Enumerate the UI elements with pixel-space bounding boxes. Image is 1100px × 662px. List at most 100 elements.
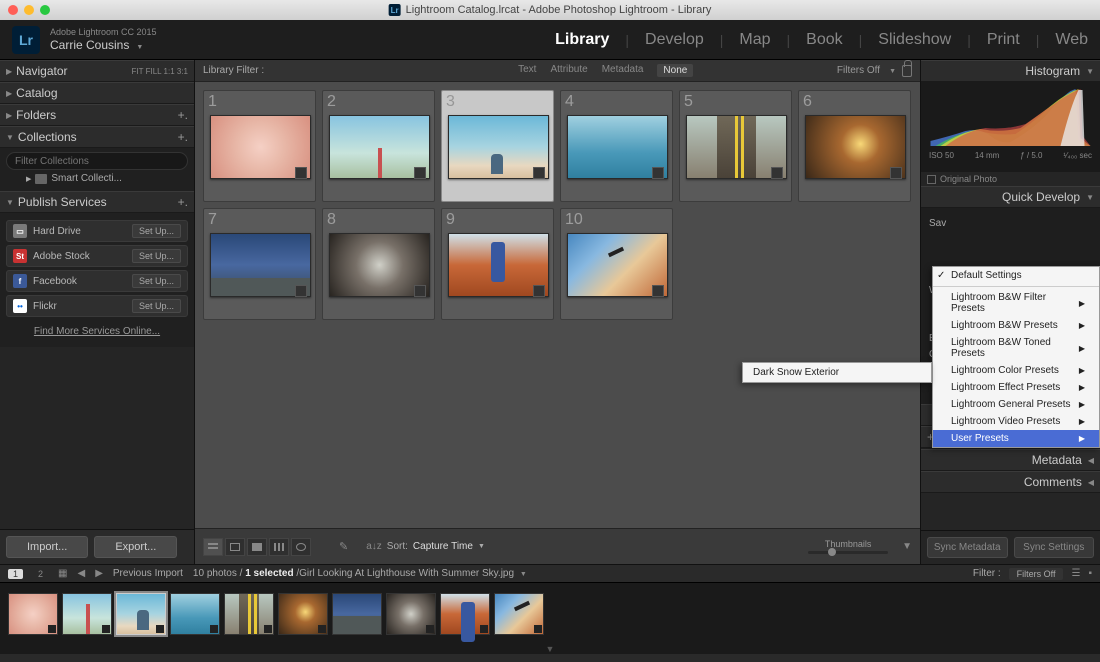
import-button[interactable]: Import... (6, 536, 88, 558)
grid-cell[interactable]: 4 (560, 90, 673, 202)
painter-tool-icon[interactable]: ✎ (339, 540, 348, 553)
minimize-window-icon[interactable] (24, 5, 34, 15)
filters-off-toggle[interactable]: Filters Off (837, 65, 880, 76)
filmstrip-thumbnail[interactable] (332, 593, 382, 635)
setup-button[interactable]: Set Up... (132, 224, 181, 238)
smart-collections-item[interactable]: ▶ Smart Collecti... (6, 170, 188, 187)
loupe-view-icon[interactable] (225, 538, 245, 556)
grid-cell-selected[interactable]: 3 (441, 90, 554, 202)
collections-search-input[interactable] (6, 152, 188, 170)
preset-group-item[interactable]: Lightroom Effect Presets▶ (933, 379, 1099, 396)
export-button[interactable]: Export... (94, 536, 177, 558)
grid-cell[interactable]: 2 (322, 90, 435, 202)
sync-metadata-button[interactable]: Sync Metadata (927, 537, 1008, 558)
filmstrip-thumbnail[interactable] (8, 593, 58, 635)
module-print[interactable]: Print (987, 31, 1020, 49)
filmstrip-thumbnail[interactable] (278, 593, 328, 635)
find-more-services-link[interactable]: Find More Services Online... (4, 320, 190, 343)
filter-lock-icon[interactable]: ▪ (1088, 568, 1092, 579)
thumbnail-size-control[interactable]: Thumbnails (808, 539, 888, 554)
preset-group-item[interactable]: Lightroom B&W Toned Presets▶ (933, 334, 1099, 362)
compare-view-icon[interactable] (247, 538, 267, 556)
thumbnail-badge-icon[interactable] (533, 285, 545, 297)
survey-view-icon[interactable] (269, 538, 289, 556)
toolbar-chevron-icon[interactable]: ▼ (902, 541, 912, 552)
thumbnail-badge-icon[interactable] (295, 167, 307, 179)
checkbox-icon[interactable] (927, 175, 936, 184)
grid-cell[interactable]: 6 (798, 90, 911, 202)
module-book[interactable]: Book (806, 31, 842, 49)
module-library[interactable]: Library (555, 31, 609, 49)
publish-facebook[interactable]: fFacebook Set Up... (6, 270, 188, 292)
panel-navigator[interactable]: ▶Navigator FIT FILL 1:1 3:1 (0, 60, 194, 82)
filter-menu-icon[interactable]: ☰ (1071, 568, 1080, 579)
chevron-down-icon[interactable] (886, 65, 896, 76)
filmstrip-thumbnail[interactable] (386, 593, 436, 635)
lock-icon[interactable] (902, 65, 912, 77)
original-photo-toggle[interactable]: Original Photo (921, 172, 1100, 186)
setup-button[interactable]: Set Up... (132, 299, 181, 313)
filmstrip-thumbnail[interactable] (224, 593, 274, 635)
panel-comments[interactable]: Comments◀ (921, 471, 1100, 493)
app-user[interactable]: Carrie Cousins (50, 38, 157, 52)
display-1-toggle[interactable]: 1 (8, 569, 23, 579)
grid-cell[interactable]: 9 (441, 208, 554, 320)
people-view-icon[interactable] (291, 538, 311, 556)
grid-cell[interactable]: 8 (322, 208, 435, 320)
grid-cell[interactable]: 7 (203, 208, 316, 320)
module-develop[interactable]: Develop (645, 31, 704, 49)
panel-folders[interactable]: ▶Folders +. (0, 104, 194, 126)
grid-jump-icon[interactable]: ▦ (58, 568, 67, 579)
preset-item-dark-snow-exterior[interactable]: Dark Snow Exterior (743, 365, 931, 380)
filter-text[interactable]: Text (518, 64, 536, 77)
panel-collections[interactable]: ▼Collections +. (0, 126, 194, 148)
thumbnail-grid[interactable]: 1 2 3 4 5 6 7 8 9 10 (195, 82, 920, 528)
thumbnail-size-slider[interactable] (808, 551, 888, 554)
metadata-mode-select[interactable]: Default (927, 452, 973, 467)
thumbnail-badge-icon[interactable] (414, 167, 426, 179)
add-publish-icon[interactable]: +. (178, 195, 188, 209)
prev-photo-icon[interactable]: ◀ (77, 568, 85, 579)
panel-histogram[interactable]: Histogram▼ (921, 60, 1100, 82)
publish-adobe-stock[interactable]: StAdobe Stock Set Up... (6, 245, 188, 267)
preset-dropdown-menu[interactable]: Default Settings Lightroom B&W Filter Pr… (932, 266, 1100, 448)
grid-cell[interactable]: 10 (560, 208, 673, 320)
panel-quick-develop[interactable]: Quick Develop▼ (921, 186, 1100, 208)
publish-hard-drive[interactable]: ▭Hard Drive Set Up... (6, 220, 188, 242)
next-photo-icon[interactable]: ▶ (95, 568, 103, 579)
filter-metadata[interactable]: Metadata (602, 64, 644, 77)
maximize-window-icon[interactable] (40, 5, 50, 15)
module-map[interactable]: Map (739, 31, 770, 49)
preset-submenu[interactable]: Dark Snow Exterior (742, 362, 932, 383)
sync-settings-button[interactable]: Sync Settings (1014, 537, 1095, 558)
preset-group-item[interactable]: Lightroom Color Presets▶ (933, 362, 1099, 379)
thumbnail-badge-icon[interactable] (533, 167, 545, 179)
filter-none[interactable]: None (657, 64, 693, 77)
thumbnail-badge-icon[interactable] (652, 285, 664, 297)
preset-group-item[interactable]: Lightroom Video Presets▶ (933, 413, 1099, 430)
close-window-icon[interactable] (8, 5, 18, 15)
add-folder-icon[interactable]: +. (178, 108, 188, 122)
setup-button[interactable]: Set Up... (132, 274, 181, 288)
thumbnail-badge-icon[interactable] (414, 285, 426, 297)
filmstrip-thumbnail-selected[interactable] (116, 593, 166, 635)
filter-attribute[interactable]: Attribute (550, 64, 587, 77)
grid-cell[interactable]: 5 (679, 90, 792, 202)
filmstrip-thumbnail[interactable] (440, 593, 490, 635)
filmstrip-filter-toggle[interactable]: Filters Off (1009, 568, 1064, 580)
preset-group-item[interactable]: Lightroom B&W Filter Presets▶ (933, 289, 1099, 317)
filmstrip-collapse[interactable]: ▼ (0, 644, 1100, 654)
sort-control[interactable]: a↓z Sort: Capture Time ▼ (366, 541, 485, 552)
filmstrip-thumbnail[interactable] (170, 593, 220, 635)
thumbnail-badge-icon[interactable] (652, 167, 664, 179)
identity-plate[interactable]: Lr Adobe Lightroom CC 2015 Carrie Cousin… (12, 26, 157, 54)
thumbnail-badge-icon[interactable] (890, 167, 902, 179)
preset-default-settings[interactable]: Default Settings (933, 267, 1099, 284)
thumbnail-badge-icon[interactable] (295, 285, 307, 297)
filmstrip[interactable] (0, 582, 1100, 644)
grid-cell[interactable]: 1 (203, 90, 316, 202)
preset-group-item[interactable]: Lightroom B&W Presets▶ (933, 317, 1099, 334)
panel-publish-services[interactable]: ▼Publish Services +. (0, 191, 194, 213)
thumbnail-badge-icon[interactable] (771, 167, 783, 179)
add-collection-icon[interactable]: +. (178, 130, 188, 144)
